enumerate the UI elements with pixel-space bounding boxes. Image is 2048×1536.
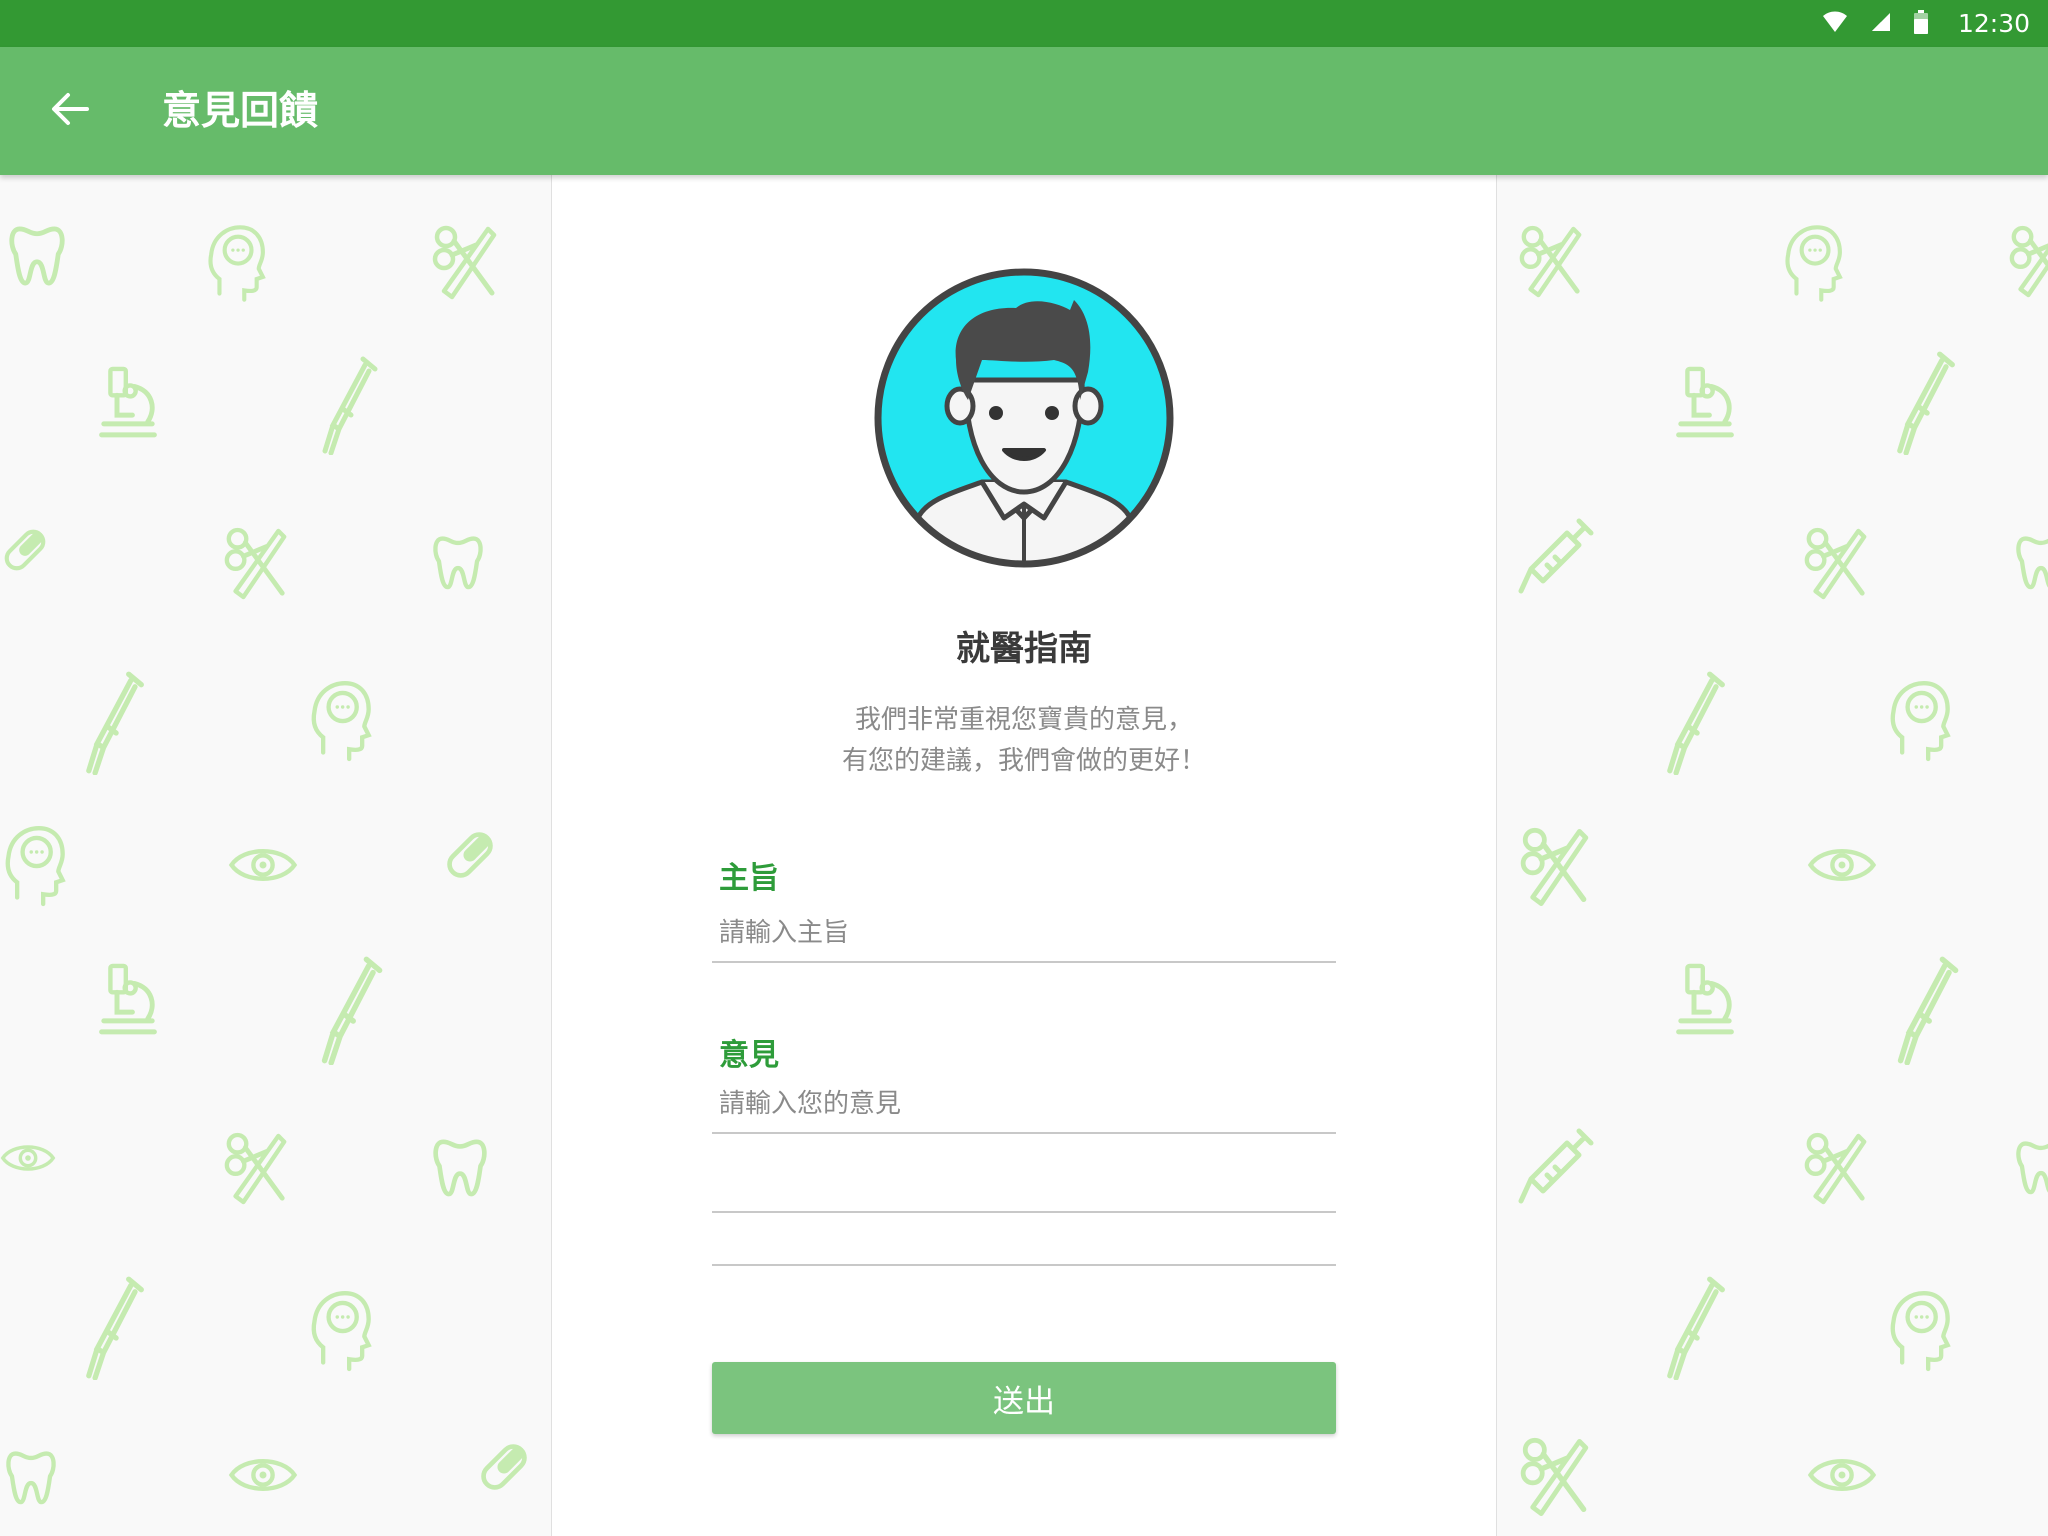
crutch-icon xyxy=(89,674,142,773)
page-title: 意見回饋 xyxy=(162,89,319,134)
microscope-icon xyxy=(102,369,155,435)
status-bar: 12:30 xyxy=(0,0,2048,47)
crutch-icon xyxy=(325,959,380,1062)
microscope-icon xyxy=(1679,369,1732,435)
feedback-card: 就醫指南 我們非常重視您寶貴的意見， 有您的建議，我們會做的更好！ 主旨 意見 … xyxy=(551,175,1497,1536)
head-brain-icon xyxy=(1893,683,1948,759)
scissors-scalpel-icon xyxy=(227,1135,284,1202)
feedback-input-line xyxy=(712,1264,1336,1266)
crutch-icon xyxy=(1900,354,1953,453)
scissors-scalpel-icon xyxy=(1807,1135,1864,1202)
head-brain-icon xyxy=(314,683,369,759)
crutch-icon xyxy=(89,1279,142,1378)
eye-icon xyxy=(1811,851,1874,879)
scissors-scalpel-icon xyxy=(435,228,494,297)
intro-line-2: 有您的建議，我們會做的更好！ xyxy=(841,746,1206,776)
intro-line-1: 我們非常重視您寶貴的意見， xyxy=(854,705,1193,735)
tooth-icon xyxy=(12,229,62,283)
microscope-icon xyxy=(102,966,155,1032)
syringe-icon xyxy=(1521,1131,1591,1201)
background-pattern-right xyxy=(1497,175,2048,1536)
scissors-scalpel-icon xyxy=(227,530,284,597)
head-brain-icon xyxy=(314,1293,369,1369)
pill-icon xyxy=(3,528,48,573)
crutch-icon xyxy=(1670,1279,1723,1378)
tooth-icon xyxy=(436,1142,485,1194)
microscope-icon xyxy=(1679,966,1732,1032)
eye-icon xyxy=(1811,1461,1874,1489)
eye-icon xyxy=(3,1147,53,1169)
brand-title: 就醫指南 xyxy=(956,629,1092,669)
scissors-scalpel-icon xyxy=(1522,228,1579,295)
feedback-input[interactable] xyxy=(712,1075,1336,1134)
syringe-icon xyxy=(1521,521,1591,591)
crutch-icon xyxy=(1901,959,1956,1062)
scissors-scalpel-icon xyxy=(1523,1440,1586,1513)
scissors-scalpel-icon xyxy=(1523,830,1586,903)
back-button[interactable] xyxy=(44,89,96,133)
doctor-avatar-icon xyxy=(874,268,1174,568)
wifi-icon xyxy=(1822,11,1848,37)
head-brain-icon xyxy=(1787,227,1839,299)
crutch-icon xyxy=(325,359,375,453)
scissors-scalpel-icon xyxy=(2012,228,2048,295)
arrow-back-icon xyxy=(50,91,90,131)
head-brain-icon xyxy=(1893,1293,1948,1369)
eye-icon xyxy=(232,1461,295,1489)
signal-icon xyxy=(1870,11,1892,37)
scissors-scalpel-icon xyxy=(1807,530,1864,597)
status-time: 12:30 xyxy=(1957,9,2030,38)
crutch-icon xyxy=(1670,674,1723,773)
subject-input[interactable] xyxy=(712,905,1336,963)
intro-text: 我們非常重視您寶貴的意見， 有您的建議，我們會做的更好！ xyxy=(552,700,1496,782)
tooth-icon xyxy=(2018,539,2048,588)
submit-button[interactable]: 送出 xyxy=(712,1362,1336,1434)
subject-label: 主旨 xyxy=(719,861,779,896)
head-brain-icon xyxy=(210,227,262,299)
eye-icon xyxy=(232,851,295,879)
pill-icon xyxy=(479,1442,529,1492)
tooth-icon xyxy=(8,1454,53,1503)
background-pattern-left xyxy=(0,175,551,1536)
feedback-input-line xyxy=(712,1211,1336,1213)
pill-icon xyxy=(445,830,495,880)
head-brain-icon xyxy=(8,828,63,904)
battery-icon xyxy=(1913,9,1928,38)
feedback-label: 意見 xyxy=(719,1038,779,1073)
tooth-icon xyxy=(2018,1144,2048,1193)
app-bar: 意見回饋 xyxy=(0,47,2048,175)
tooth-icon xyxy=(435,539,480,588)
